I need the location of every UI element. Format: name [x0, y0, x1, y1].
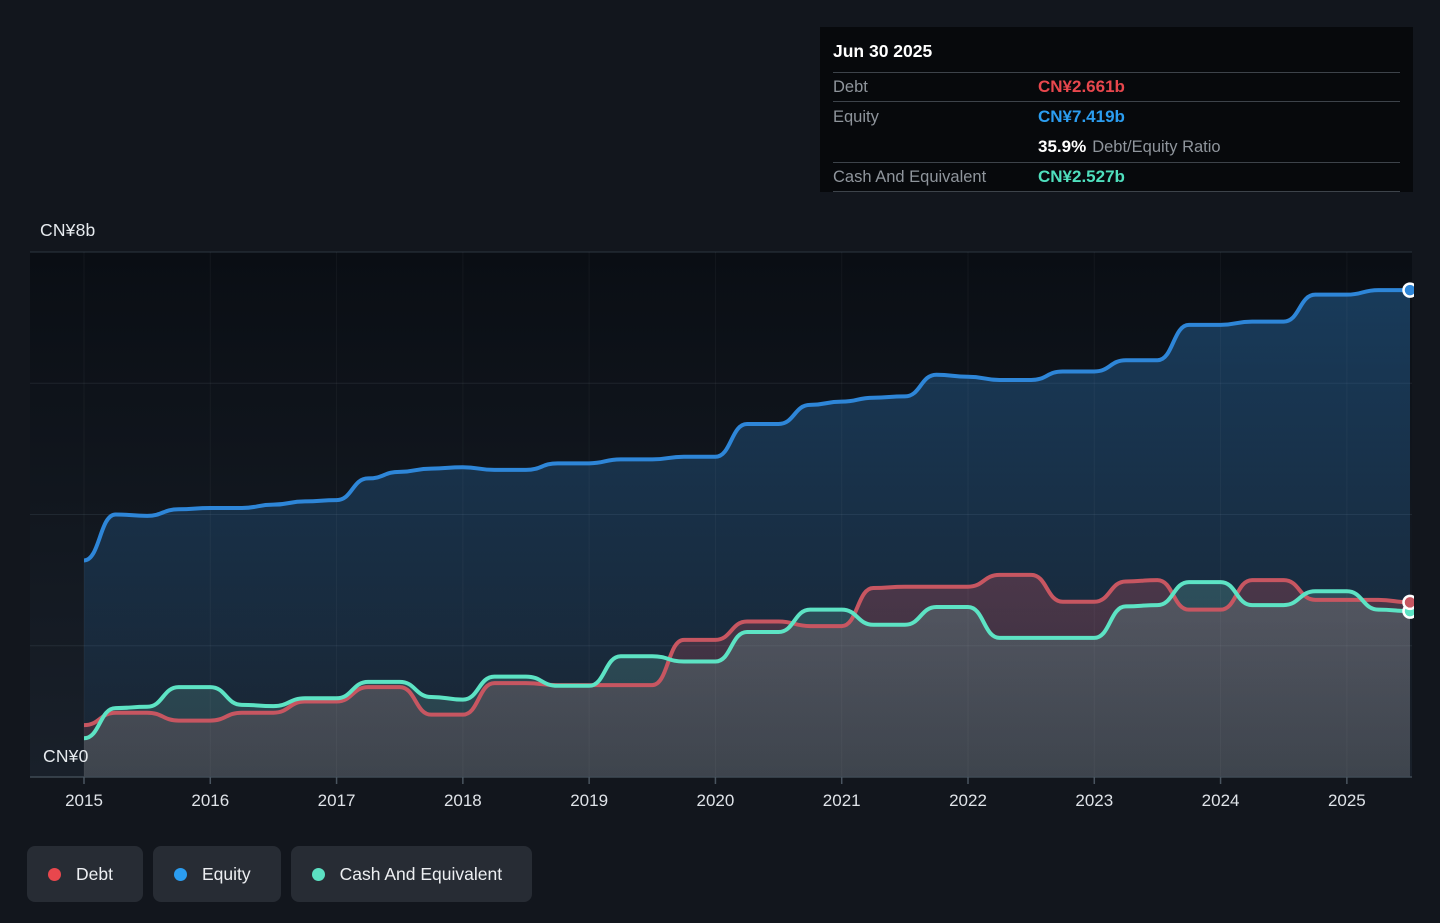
x-tick-label-2015: 2015 — [65, 791, 103, 810]
cash-dot-icon — [312, 868, 325, 881]
debt-end-marker — [1404, 596, 1417, 609]
legend-debt-label: Debt — [76, 864, 113, 885]
x-tick-label-2021: 2021 — [823, 791, 861, 810]
chart-tooltip: Jun 30 2025 Debt CN¥2.661b Equity CN¥7.4… — [820, 27, 1413, 192]
y-axis-label-max: CN¥8b — [40, 220, 95, 241]
x-axis: 2015 2016 2017 2018 2019 2020 2021 2022 2023 2024… — [30, 777, 1412, 810]
x-tick-label-2025: 2025 — [1328, 791, 1366, 810]
legend-chip-equity[interactable]: Equity — [153, 846, 281, 902]
x-tick-label-2024: 2024 — [1202, 791, 1240, 810]
legend-cash-label: Cash And Equivalent — [340, 864, 502, 885]
tooltip-ratio-value: 35.9% — [1038, 137, 1086, 157]
tooltip-row-cash: Cash And Equivalent CN¥2.527b — [833, 163, 1400, 192]
tooltip-ratio-label: Debt/Equity Ratio — [1092, 138, 1220, 157]
equity-end-marker — [1404, 284, 1417, 297]
tooltip-row-equity: Equity CN¥7.419b — [833, 102, 1400, 132]
equity-dot-icon — [174, 868, 187, 881]
y-axis-label-zero: CN¥0 — [43, 746, 89, 767]
tooltip-row-ratio: 35.9% Debt/Equity Ratio — [833, 132, 1400, 163]
tooltip-cash-value: CN¥2.527b — [1038, 167, 1125, 187]
x-tick-label-2017: 2017 — [318, 791, 356, 810]
debt-dot-icon — [48, 868, 61, 881]
legend: Debt Equity Cash And Equivalent — [27, 846, 532, 902]
x-tick-label-2020: 2020 — [697, 791, 735, 810]
tooltip-debt-value: CN¥2.661b — [1038, 77, 1125, 97]
x-tick-label-2019: 2019 — [570, 791, 608, 810]
tooltip-debt-label: Debt — [833, 78, 1038, 97]
tooltip-cash-label: Cash And Equivalent — [833, 168, 1038, 187]
tooltip-equity-label: Equity — [833, 108, 1038, 127]
page-background: 2015 2016 2017 2018 2019 2020 2021 2022 2023 2024… — [0, 0, 1440, 923]
x-tick-label-2016: 2016 — [191, 791, 229, 810]
tooltip-equity-value: CN¥7.419b — [1038, 107, 1125, 127]
legend-chip-debt[interactable]: Debt — [27, 846, 143, 902]
tooltip-row-debt: Debt CN¥2.661b — [833, 73, 1400, 102]
legend-chip-cash[interactable]: Cash And Equivalent — [291, 846, 532, 902]
tooltip-date: Jun 30 2025 — [833, 27, 1400, 73]
legend-equity-label: Equity — [202, 864, 251, 885]
x-tick-label-2022: 2022 — [949, 791, 987, 810]
x-tick-label-2023: 2023 — [1075, 791, 1113, 810]
x-tick-label-2018: 2018 — [444, 791, 482, 810]
